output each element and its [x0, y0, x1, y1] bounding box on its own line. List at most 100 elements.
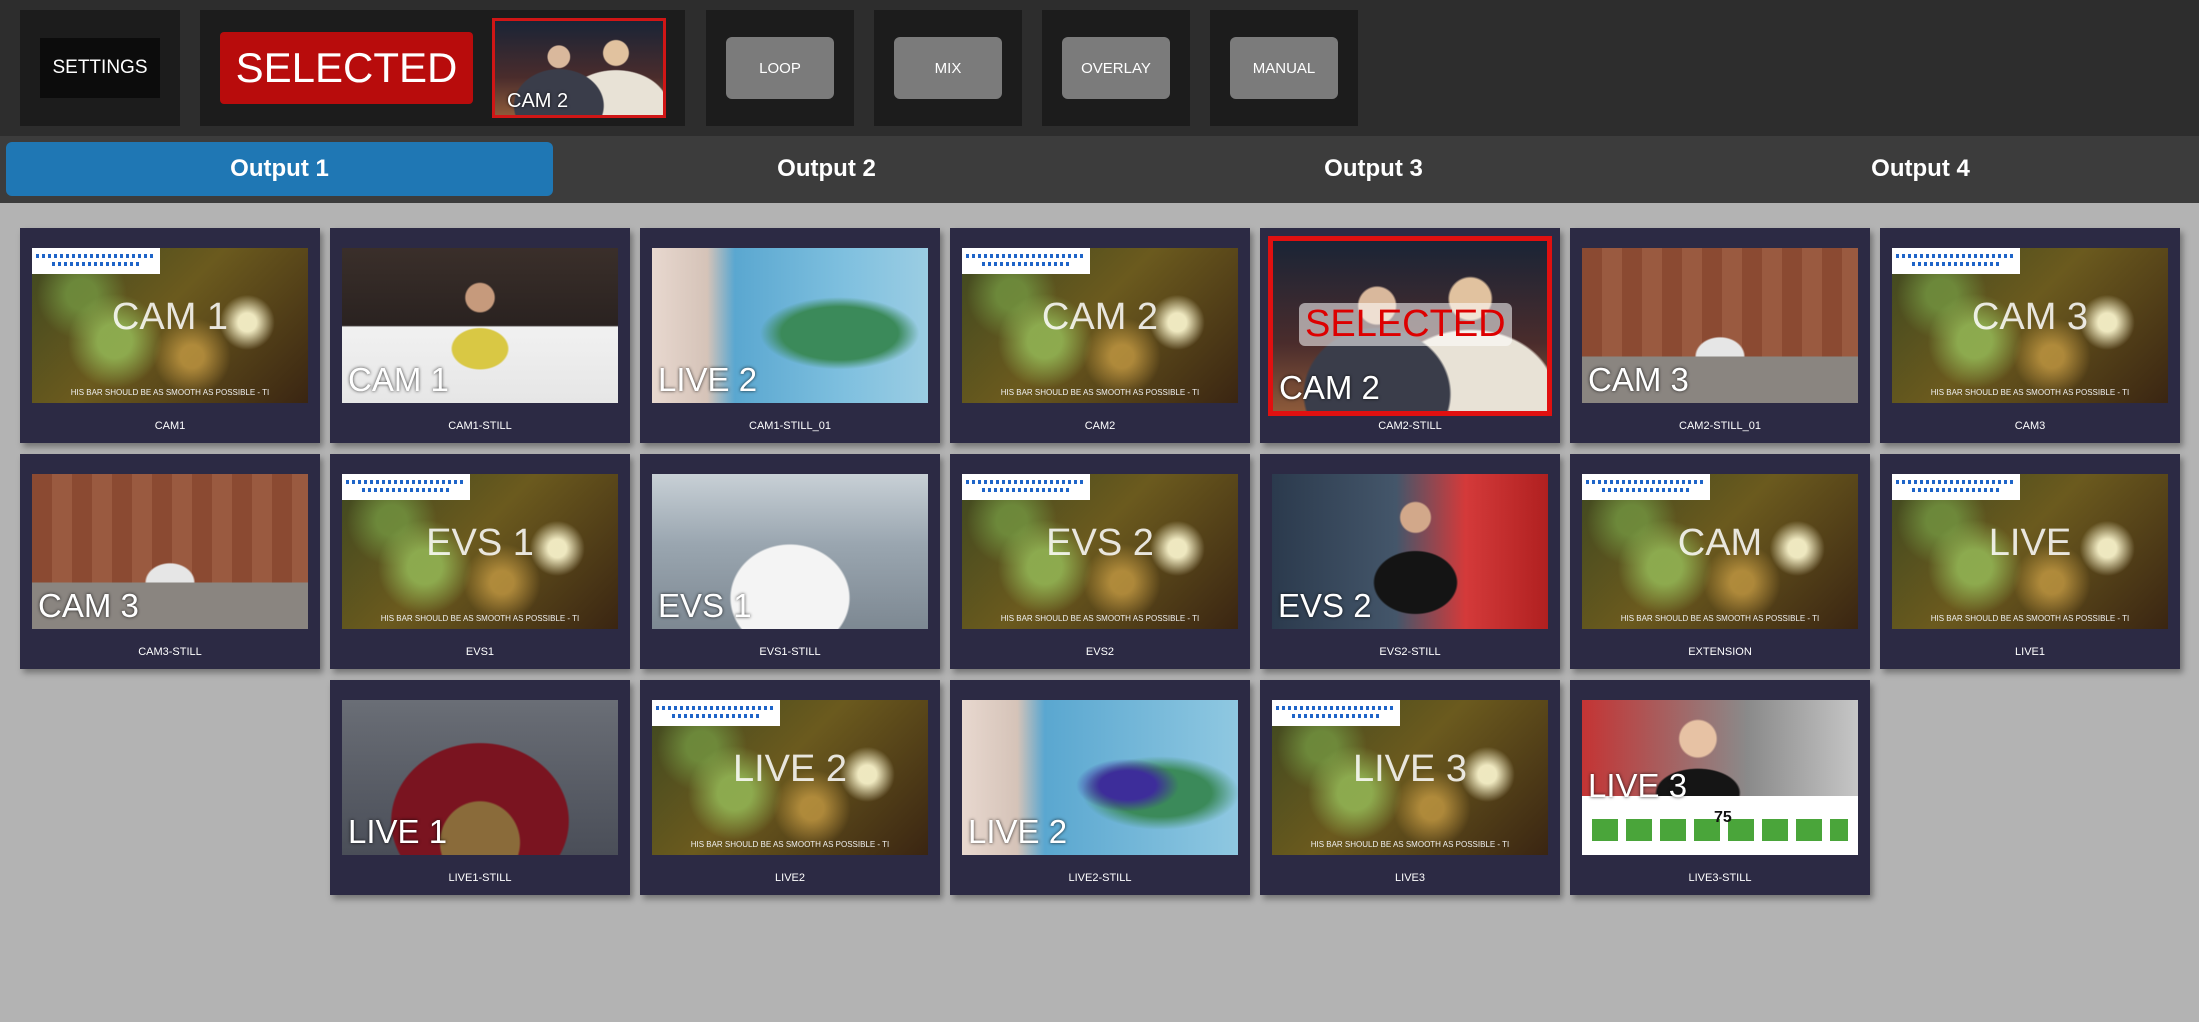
- source-overlay-text: CAM: [1677, 522, 1763, 564]
- tab-output-3[interactable]: Output 3: [1100, 142, 1647, 196]
- ticker-text: HIS BAR SHOULD BE AS SMOOTH AS POSSIBLE …: [1930, 614, 2130, 623]
- selection-panel: SELECTED CAM 2: [200, 10, 685, 126]
- source-overlay-text: CAM 1: [348, 361, 449, 398]
- graphic-figure: 75: [1714, 809, 1732, 826]
- source-overlay-text: CAM 3: [38, 587, 139, 624]
- selected-stamp: SELECTED: [1299, 303, 1512, 346]
- selected-button[interactable]: SELECTED: [220, 32, 473, 104]
- source-overlay-text: LIVE 2: [732, 748, 848, 790]
- source-tile-evs2-still[interactable]: EVS 2 EVS2-STILL: [1260, 454, 1560, 669]
- tab-output-1[interactable]: Output 1: [6, 142, 553, 196]
- ticker-text: HIS BAR SHOULD BE AS SMOOTH AS POSSIBLE …: [1310, 840, 1510, 849]
- source-tile-evs1-still[interactable]: EVS 1 EVS1-STILL: [640, 454, 940, 669]
- source-label: CAM2-STILL: [1378, 420, 1442, 432]
- ticker-text: HIS BAR SHOULD BE AS SMOOTH AS POSSIBLE …: [1000, 388, 1200, 397]
- source-thumbnail: EVS 1: [652, 474, 928, 629]
- ticker-text: HIS BAR SHOULD BE AS SMOOTH AS POSSIBLE …: [1000, 614, 1200, 623]
- source-thumbnail: 75 LIVE 3: [1582, 700, 1858, 855]
- source-tile-extension[interactable]: CAM HIS BAR SHOULD BE AS SMOOTH AS POSSIB…: [1570, 454, 1870, 669]
- source-thumbnail: EVS 2: [1272, 474, 1548, 629]
- logo-strip: [962, 248, 1090, 274]
- source-overlay-text: CAM 3: [1971, 296, 2089, 338]
- source-label: EXTENSION: [1688, 646, 1752, 658]
- source-tile-live3[interactable]: LIVE 3 HIS BAR SHOULD BE AS SMOOTH AS POS…: [1260, 680, 1560, 895]
- logo-strip: [652, 700, 780, 726]
- source-tile-cam3[interactable]: CAM 3 HIS BAR SHOULD BE AS SMOOTH AS POSS…: [1880, 228, 2180, 443]
- source-thumbnail: LIVE 3 HIS BAR SHOULD BE AS SMOOTH AS POS…: [1272, 700, 1548, 855]
- tab-output-4[interactable]: Output 4: [1647, 142, 2194, 196]
- source-thumbnail: LIVE 2 HIS BAR SHOULD BE AS SMOOTH AS POS…: [652, 700, 928, 855]
- overlay-panel: OVERLAY: [1042, 10, 1190, 126]
- source-thumbnail: LIVE HIS BAR SHOULD BE AS SMOOTH AS POSSI…: [1892, 474, 2168, 629]
- source-tile-cam2-still[interactable]: SELECTED CAM 2 CAM2-STILL: [1260, 228, 1560, 443]
- source-overlay-text: EVS 1: [426, 522, 534, 564]
- output-tabs: Output 1 Output 2 Output 3 Output 4: [0, 136, 2199, 203]
- source-thumbnail: EVS 1 HIS BAR SHOULD BE AS SMOOTH AS POSS…: [342, 474, 618, 629]
- source-tile-live2-still[interactable]: LIVE 2 LIVE2-STILL: [950, 680, 1250, 895]
- source-thumbnail: EVS 2 HIS BAR SHOULD BE AS SMOOTH AS POSS…: [962, 474, 1238, 629]
- source-label: EVS1-STILL: [759, 646, 821, 658]
- source-thumbnail: CAM 3: [32, 474, 308, 629]
- source-thumbnail: CAM 1 HIS BAR SHOULD BE AS SMOOTH AS POSS…: [32, 248, 308, 403]
- preview-caption: CAM 2: [507, 90, 569, 112]
- source-thumbnail: LIVE 2: [962, 700, 1238, 855]
- source-label: CAM3: [2014, 420, 2046, 432]
- source-tile-cam1-still[interactable]: CAM 1 CAM1-STILL: [330, 228, 630, 443]
- ticker-text: HIS BAR SHOULD BE AS SMOOTH AS POSSIBLE …: [70, 388, 270, 397]
- source-label: EVS2: [1085, 646, 1115, 658]
- mix-panel: MIX: [874, 10, 1022, 126]
- source-label: LIVE1: [2015, 646, 2045, 658]
- source-thumbnail: LIVE 1: [342, 700, 618, 855]
- source-overlay-text: CAM 2: [1279, 369, 1380, 406]
- source-label: CAM1-STILL_01: [749, 420, 831, 432]
- source-label: EVS2-STILL: [1379, 646, 1441, 658]
- source-thumbnail: CAM 3: [1582, 248, 1858, 403]
- loop-panel: LOOP: [706, 10, 854, 126]
- source-tile-evs2[interactable]: EVS 2 HIS BAR SHOULD BE AS SMOOTH AS POSS…: [950, 454, 1250, 669]
- source-overlay-text: LIVE: [1988, 522, 2072, 564]
- source-tile-cam2[interactable]: CAM 2 HIS BAR SHOULD BE AS SMOOTH AS POSS…: [950, 228, 1250, 443]
- source-label: LIVE1-STILL: [448, 872, 512, 884]
- source-overlay-text: CAM 3: [1588, 361, 1689, 398]
- source-tile-evs1[interactable]: EVS 1 HIS BAR SHOULD BE AS SMOOTH AS POSS…: [330, 454, 630, 669]
- source-tile-cam1[interactable]: CAM 1 HIS BAR SHOULD BE AS SMOOTH AS POSS…: [20, 228, 320, 443]
- source-overlay-text: LIVE 3: [1588, 767, 1688, 804]
- source-label: CAM3-STILL: [138, 646, 202, 658]
- source-tile-live1-still[interactable]: LIVE 1 LIVE1-STILL: [330, 680, 630, 895]
- source-tile-live1[interactable]: LIVE HIS BAR SHOULD BE AS SMOOTH AS POSSI…: [1880, 454, 2180, 669]
- settings-button[interactable]: SETTINGS: [40, 38, 160, 98]
- source-label: CAM1-STILL: [448, 420, 512, 432]
- mix-button[interactable]: MIX: [894, 37, 1002, 99]
- ticker-text: HIS BAR SHOULD BE AS SMOOTH AS POSSIBLE …: [380, 614, 580, 623]
- source-tile-cam3-still[interactable]: CAM 3 CAM3-STILL: [20, 454, 320, 669]
- overlay-button[interactable]: OVERLAY: [1062, 37, 1170, 99]
- source-thumbnail: CAM 1: [342, 248, 618, 403]
- manual-button[interactable]: MANUAL: [1230, 37, 1338, 99]
- source-overlay-text: LIVE 2: [658, 361, 758, 398]
- source-label: LIVE2: [775, 872, 805, 884]
- selected-source-preview[interactable]: CAM 2: [492, 18, 666, 118]
- logo-strip: [962, 474, 1090, 500]
- logo-strip: [1272, 700, 1400, 726]
- top-toolbar: SETTINGS SELECTED CAM 2 LOOP MIX OVERLAY…: [0, 0, 2199, 136]
- logo-strip: [1892, 248, 2020, 274]
- manual-panel: MANUAL: [1210, 10, 1358, 126]
- ticker-text: HIS BAR SHOULD BE AS SMOOTH AS POSSIBLE …: [690, 840, 890, 849]
- source-tile-cam1-still-01[interactable]: LIVE 2 CAM1-STILL_01: [640, 228, 940, 443]
- source-tile-live2[interactable]: LIVE 2 HIS BAR SHOULD BE AS SMOOTH AS POS…: [640, 680, 940, 895]
- source-label: CAM1: [154, 420, 186, 432]
- logo-strip: [342, 474, 470, 500]
- source-overlay-text: EVS 1: [658, 587, 752, 624]
- source-label: EVS1: [465, 646, 495, 658]
- logo-strip: [1582, 474, 1710, 500]
- source-thumbnail: CAM 2 HIS BAR SHOULD BE AS SMOOTH AS POSS…: [962, 248, 1238, 403]
- source-overlay-text: CAM 2: [1041, 296, 1159, 338]
- source-tile-cam2-still-01[interactable]: CAM 3 CAM2-STILL_01: [1570, 228, 1870, 443]
- source-label: LIVE3-STILL: [1688, 872, 1752, 884]
- source-thumbnail: CAM 3 HIS BAR SHOULD BE AS SMOOTH AS POSS…: [1892, 248, 2168, 403]
- loop-button[interactable]: LOOP: [726, 37, 834, 99]
- source-label: LIVE2-STILL: [1068, 872, 1132, 884]
- source-tile-live3-still[interactable]: 75 LIVE 3 LIVE3-STILL: [1570, 680, 1870, 895]
- tab-output-2[interactable]: Output 2: [553, 142, 1100, 196]
- source-overlay-text: LIVE 1: [348, 813, 448, 850]
